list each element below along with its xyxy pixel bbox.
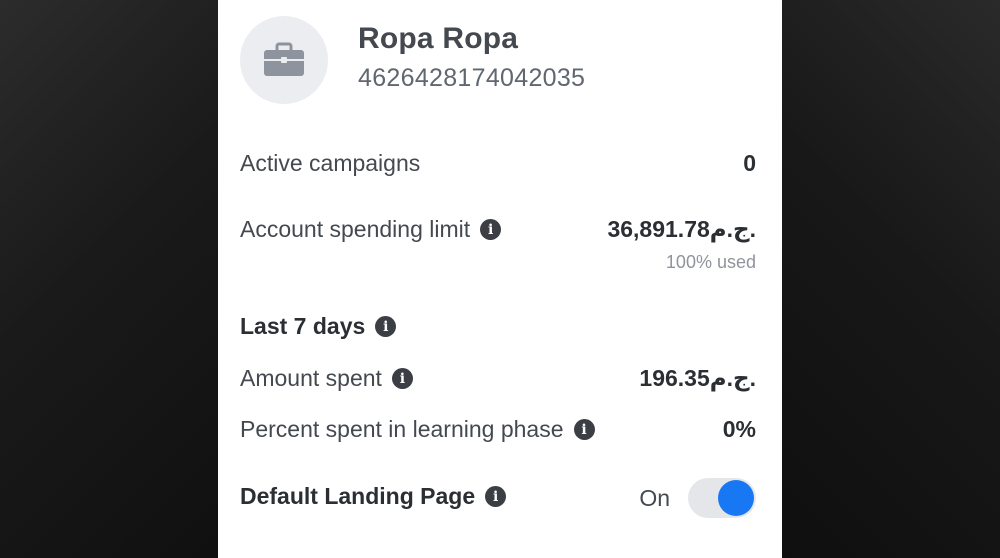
last-7-days-heading: Last 7 days	[240, 313, 366, 339]
info-icon[interactable]: i	[480, 219, 502, 240]
amount-spent-value: 196.35ج.م.	[639, 365, 756, 391]
info-icon[interactable]: i	[391, 368, 413, 389]
info-icon[interactable]: i	[485, 486, 507, 507]
briefcase-icon	[264, 42, 304, 76]
account-name: Ropa Ropa	[358, 22, 519, 55]
learning-phase-row: Percent spent in learning phase i	[240, 416, 595, 443]
last-7-days-heading-row: Last 7 days i	[240, 313, 397, 340]
account-id: 4626428174042035	[358, 64, 586, 92]
learning-phase-value: 0%	[722, 416, 756, 442]
account-summary-panel: Ropa Ropa 4626428174042035 Active campai…	[218, 0, 782, 558]
active-campaigns-label: Active campaigns	[240, 150, 421, 176]
landing-page-toggle[interactable]	[688, 478, 756, 518]
amount-spent-row: Amount spent i	[240, 365, 413, 392]
landing-page-toggle-group: On	[639, 478, 756, 518]
info-icon[interactable]: i	[573, 419, 595, 440]
background-left	[0, 0, 218, 558]
default-landing-page-label: Default Landing Page	[240, 483, 476, 509]
toggle-state-label: On	[639, 484, 670, 511]
spending-limit-label: Account spending limit	[240, 216, 471, 242]
learning-phase-label: Percent spent in learning phase	[240, 416, 564, 442]
spending-limit-row: Account spending limit i	[240, 216, 502, 243]
info-icon[interactable]: i	[375, 316, 397, 337]
spending-limit-used: 100% used	[665, 252, 756, 272]
spending-limit-value: 36,891.78ج.م.	[607, 216, 756, 242]
toggle-knob[interactable]	[718, 480, 754, 516]
default-landing-page-row: Default Landing Page i	[240, 483, 507, 510]
active-campaigns-value: 0	[743, 150, 756, 176]
account-avatar	[240, 16, 328, 104]
active-campaigns-row: Active campaigns	[240, 150, 420, 177]
background-right	[782, 0, 1000, 558]
amount-spent-label: Amount spent	[240, 365, 382, 391]
